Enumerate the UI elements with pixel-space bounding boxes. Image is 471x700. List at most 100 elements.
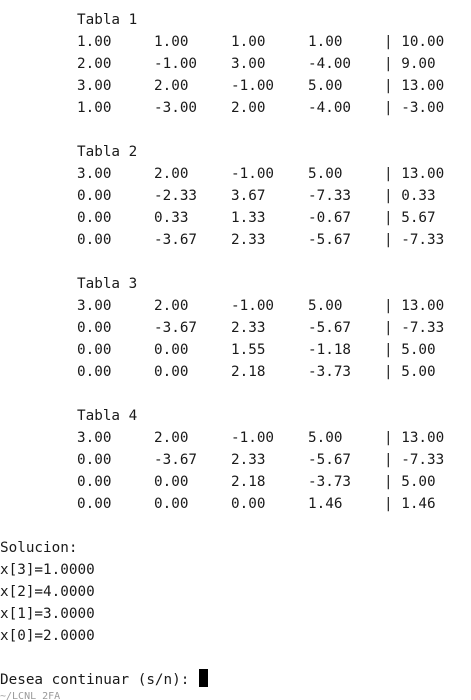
matrix-cell: 2.18 (231, 474, 266, 490)
table-title: Tabla 2 (77, 144, 138, 160)
table-row: 0.00 -3.67 2.33 -5.67 | -7.33 (0, 229, 471, 251)
terminal-output: Tabla 1 1.00 1.00 1.00 1.00 | 10.00 2.00 -1.0… (0, 9, 471, 691)
table-row: 1.00 -3.00 2.00 -4.00 | -3.00 (0, 97, 471, 119)
matrix-cell: 3.00 (77, 298, 112, 314)
solution-block: Solucion: x[3]=1.0000 x[2]=4.0000 x[1]=3… (0, 537, 471, 647)
augmented-cell: | 5.00 (384, 364, 436, 380)
matrix-cell: 1.00 (231, 34, 266, 50)
matrix-cell: 2.00 (154, 166, 189, 182)
matrix-cell: 1.00 (154, 34, 189, 50)
matrix-cell: 2.00 (154, 430, 189, 446)
solution-line: x[2]=4.0000 (0, 584, 95, 600)
matrix-cell: 1.00 (77, 34, 112, 50)
matrix-cell: -7.33 (308, 188, 352, 204)
table-row: 0.00 -2.33 3.67 -7.33 | 0.33 (0, 185, 471, 207)
matrix-cell: -2.33 (154, 188, 198, 204)
augmented-cell: | 10.00 (384, 34, 445, 50)
table-row: 0.00 0.00 0.00 1.46 | 1.46 (0, 493, 471, 515)
augmented-cell: | 13.00 (384, 166, 445, 182)
matrix-cell: 0.00 (77, 320, 112, 336)
table-title: Tabla 1 (77, 12, 138, 28)
matrix-cell: -3.67 (154, 320, 198, 336)
matrix-cell: 0.00 (154, 474, 189, 490)
matrix-cell: 3.00 (77, 78, 112, 94)
matrix-cell: 2.00 (154, 298, 189, 314)
matrix-cell: -1.00 (154, 56, 198, 72)
matrix-cell: 1.55 (231, 342, 266, 358)
matrix-table-2: Tabla 2 3.00 2.00 -1.00 5.00 | 13.00 0.00 -2.… (0, 141, 471, 251)
matrix-cell: 0.00 (77, 452, 112, 468)
matrix-cell: 2.18 (231, 364, 266, 380)
matrix-cell: 5.00 (308, 166, 343, 182)
augmented-cell: | 13.00 (384, 298, 445, 314)
matrix-cell: 0.00 (77, 210, 112, 226)
matrix-cell: 2.33 (231, 320, 266, 336)
matrix-cell: -1.00 (231, 430, 275, 446)
augmented-cell: | 1.46 (384, 496, 436, 512)
solution-line: x[1]=3.0000 (0, 606, 95, 622)
matrix-cell: 3.00 (77, 430, 112, 446)
matrix-cell: 0.00 (77, 342, 112, 358)
cutoff-next-line: ~/LCNL_2FA (0, 692, 61, 700)
augmented-cell: | 5.67 (384, 210, 436, 226)
matrix-cell: 1.00 (77, 100, 112, 116)
table-row: 3.00 2.00 -1.00 5.00 | 13.00 (0, 75, 471, 97)
solution-line: x[0]=2.0000 (0, 628, 95, 644)
table-row: 2.00 -1.00 3.00 -4.00 | 9.00 (0, 53, 471, 75)
table-row: 1.00 1.00 1.00 1.00 | 10.00 (0, 31, 471, 53)
table-row: 0.00 0.00 2.18 -3.73 | 5.00 (0, 361, 471, 383)
matrix-cell: 2.33 (231, 452, 266, 468)
matrix-cell: 0.00 (154, 496, 189, 512)
matrix-cell: 1.33 (231, 210, 266, 226)
table-row: 0.00 -3.67 2.33 -5.67 | -7.33 (0, 449, 471, 471)
matrix-cell: 5.00 (308, 298, 343, 314)
text-cursor[interactable] (198, 669, 208, 687)
matrix-cell: -4.00 (308, 100, 352, 116)
augmented-cell: | 0.33 (384, 188, 436, 204)
matrix-cell: -3.73 (308, 364, 352, 380)
matrix-cell: 0.00 (77, 474, 112, 490)
matrix-cell: 2.33 (231, 232, 266, 248)
matrix-cell: 3.67 (231, 188, 266, 204)
matrix-cell: 3.00 (231, 56, 266, 72)
matrix-cell: 0.00 (77, 188, 112, 204)
matrix-cell: 2.00 (77, 56, 112, 72)
matrix-cell: -3.67 (154, 452, 198, 468)
matrix-cell: 5.00 (308, 78, 343, 94)
continue-prompt: Desea continuar (s/n): (0, 672, 198, 688)
matrix-cell: 2.00 (154, 78, 189, 94)
matrix-cell: 0.00 (154, 364, 189, 380)
augmented-cell: | -7.33 (384, 320, 445, 336)
augmented-cell: | -7.33 (384, 452, 445, 468)
matrix-cell: -1.00 (231, 298, 275, 314)
augmented-cell: | -7.33 (384, 232, 445, 248)
augmented-cell: | 9.00 (384, 56, 436, 72)
solution-line: x[3]=1.0000 (0, 562, 95, 578)
augmented-cell: | 13.00 (384, 78, 445, 94)
matrix-cell: 0.00 (77, 496, 112, 512)
table-row: 0.00 0.00 2.18 -3.73 | 5.00 (0, 471, 471, 493)
solution-heading: Solucion: (0, 540, 78, 556)
matrix-cell: -5.67 (308, 452, 352, 468)
matrix-cell: -3.67 (154, 232, 198, 248)
matrix-cell: 1.46 (308, 496, 343, 512)
matrix-cell: 0.00 (77, 364, 112, 380)
table-row: 0.00 0.33 1.33 -0.67 | 5.67 (0, 207, 471, 229)
table-title: Tabla 3 (77, 276, 138, 292)
matrix-table-3: Tabla 3 3.00 2.00 -1.00 5.00 | 13.00 0.00 -3.… (0, 273, 471, 383)
table-row: 0.00 -3.67 2.33 -5.67 | -7.33 (0, 317, 471, 339)
matrix-table-4: Tabla 4 3.00 2.00 -1.00 5.00 | 13.00 0.00 -3.… (0, 405, 471, 515)
augmented-cell: | -3.00 (384, 100, 445, 116)
matrix-cell: -4.00 (308, 56, 352, 72)
matrix-cell: 0.00 (231, 496, 266, 512)
matrix-cell: -3.73 (308, 474, 352, 490)
matrix-cell: -1.00 (231, 166, 275, 182)
matrix-cell: 0.33 (154, 210, 189, 226)
input-prompt-line[interactable]: Desea continuar (s/n): (0, 669, 471, 691)
matrix-cell: 3.00 (77, 166, 112, 182)
